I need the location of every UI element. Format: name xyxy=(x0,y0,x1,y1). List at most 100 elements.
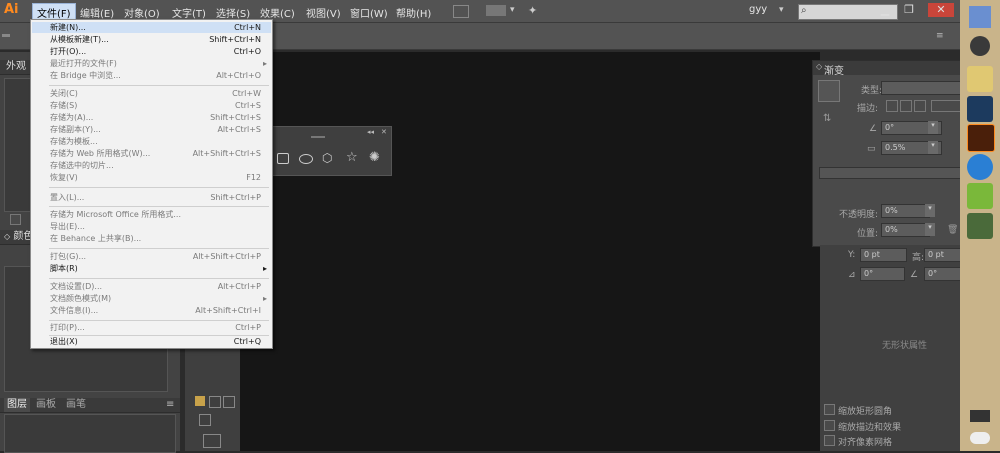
panel-expand-icon[interactable]: ◇ xyxy=(816,62,822,71)
location-dropdown-icon[interactable]: ▾ xyxy=(925,223,935,236)
rotate-field[interactable]: 0° xyxy=(860,267,905,281)
menu-save-office[interactable]: 存储为 Microsoft Office 所用格式... xyxy=(32,209,271,220)
menu-view[interactable]: 视图(V) xyxy=(302,4,345,21)
menu-package[interactable]: 打包(G)... Alt+Shift+Ctrl+P xyxy=(32,251,271,262)
delete-stop-icon[interactable]: 🗑 xyxy=(947,225,958,235)
align-pixel-grid-checkbox[interactable] xyxy=(824,435,835,446)
menu-recent-files[interactable]: 最近打开的文件(F) ▸ xyxy=(32,58,271,69)
menu-item-shortcut: Shift+Ctrl+N xyxy=(209,35,261,44)
close-flyout-icon[interactable]: ✕ xyxy=(381,128,387,136)
minimize-icon[interactable]: ▁ xyxy=(876,3,894,17)
start-icon[interactable] xyxy=(969,6,991,28)
file-explorer-icon[interactable] xyxy=(967,66,993,92)
bridge-icon[interactable] xyxy=(453,5,469,18)
gradient-swatch[interactable] xyxy=(818,80,840,102)
menu-share-behance[interactable]: 在 Behance 上共享(B)... xyxy=(32,233,271,244)
iqiyi-icon[interactable] xyxy=(967,183,993,209)
rounded-rectangle-tool-icon[interactable] xyxy=(277,153,289,164)
menu-save-as[interactable]: 存储为(A)... Shift+Ctrl+S xyxy=(32,112,271,123)
panel-menu-icon[interactable]: ≡ xyxy=(166,398,174,412)
opacity-dropdown-icon[interactable]: ▾ xyxy=(925,204,935,217)
submenu-arrow-icon: ▸ xyxy=(262,59,267,68)
menu-window[interactable]: 窗口(W) xyxy=(346,4,392,21)
menu-help[interactable]: 帮助(H) xyxy=(392,4,435,21)
menu-exit[interactable]: 退出(X) Ctrl+Q xyxy=(32,336,271,347)
workspace-icon[interactable]: ✦ xyxy=(528,4,537,17)
fill-color-icon[interactable] xyxy=(195,396,205,406)
stroke-color-icon[interactable] xyxy=(209,396,221,408)
no-shape-properties-text: 无形状属性 xyxy=(882,341,928,351)
menu-save-web[interactable]: 存储为 Web 所用格式(W)... Alt+Shift+Ctrl+S xyxy=(32,148,271,159)
user-chevron-icon[interactable]: ▾ xyxy=(779,5,784,15)
tab-artboards[interactable]: 画板 xyxy=(36,398,56,412)
menu-save-copy[interactable]: 存储副本(Y)... Alt+Ctrl+S xyxy=(32,124,271,135)
reverse-gradient-icon[interactable]: ⇅ xyxy=(823,113,831,124)
control-menu-icon[interactable]: ≡ xyxy=(936,31,944,41)
menu-browse-bridge[interactable]: 在 Bridge 中浏览... Alt+Ctrl+O xyxy=(32,70,271,81)
menu-close[interactable]: 关闭(C) Ctrl+W xyxy=(32,88,271,99)
draw-normal-icon[interactable] xyxy=(199,414,211,426)
flyout-grip[interactable] xyxy=(311,136,325,138)
menu-save-slices[interactable]: 存储选中的切片... xyxy=(32,160,271,171)
location-field[interactable]: 0% xyxy=(881,223,930,237)
illustrator-icon[interactable] xyxy=(967,124,995,152)
menu-item-shortcut: Alt+Shift+Ctrl+I xyxy=(195,306,261,315)
menu-document-color-mode[interactable]: 文档颜色模式(M) ▸ xyxy=(32,293,271,304)
opacity-field[interactable]: 0% xyxy=(881,204,930,218)
ratio-dropdown-icon[interactable]: ▾ xyxy=(928,141,938,154)
menu-new-from-template[interactable]: 从模板新建(T)... Shift+Ctrl+N xyxy=(32,34,271,45)
menu-save-template[interactable]: 存储为模板... xyxy=(32,136,271,147)
image-viewer-icon[interactable] xyxy=(967,213,993,239)
menu-new[interactable]: 新建(N)... Ctrl+N xyxy=(32,22,271,33)
user-name[interactable]: gyy xyxy=(749,4,767,15)
menu-item-label: 在 Behance 上共享(B)... xyxy=(50,234,142,243)
tab-layers[interactable]: 图层 xyxy=(4,398,30,412)
y-field[interactable]: 0 pt xyxy=(860,248,907,262)
close-icon[interactable]: ✕ xyxy=(928,3,954,17)
stroke-along-icon[interactable] xyxy=(900,100,912,112)
appearance-toggle-icon[interactable] xyxy=(10,214,21,225)
menu-revert[interactable]: 恢复(V) F12 xyxy=(32,172,271,183)
panel-expand-icon[interactable]: ◇ xyxy=(4,232,10,241)
menu-export[interactable]: 导出(E)... xyxy=(32,221,271,232)
chevron-icon[interactable] xyxy=(970,36,990,56)
type-select[interactable] xyxy=(881,81,966,95)
gradient-tab[interactable]: 渐变 xyxy=(824,62,844,77)
polygon-tool-icon[interactable]: ⬡ xyxy=(322,151,332,165)
photoshop-icon[interactable] xyxy=(967,96,993,122)
menu-save[interactable]: 存储(S) Ctrl+S xyxy=(32,100,271,111)
menu-scripts[interactable]: 脚本(R) ▸ xyxy=(32,263,271,274)
menu-item-label: 存储选中的切片... xyxy=(50,161,114,170)
screen-mode-icon[interactable] xyxy=(203,434,221,448)
tab-brushes[interactable]: 画笔 xyxy=(66,398,86,412)
menu-item-shortcut: Shift+Ctrl+P xyxy=(210,193,261,202)
flare-tool-icon[interactable]: ✺ xyxy=(369,150,380,165)
menu-file-info[interactable]: 文件信息(I)... Alt+Shift+Ctrl+I xyxy=(32,305,271,316)
collapse-icon[interactable] xyxy=(2,34,10,37)
scale-strokes-checkbox[interactable] xyxy=(824,420,835,431)
stroke-across-icon[interactable] xyxy=(914,100,926,112)
chevron-down-icon[interactable]: ▾ xyxy=(510,5,515,15)
none-color-icon[interactable] xyxy=(223,396,235,408)
sogou-icon[interactable] xyxy=(967,154,993,180)
angle-dropdown-icon[interactable]: ▾ xyxy=(928,121,938,134)
stroke-within-icon[interactable] xyxy=(886,100,898,112)
menu-document-setup[interactable]: 文档设置(D)... Alt+Ctrl+P xyxy=(32,281,271,292)
document-canvas[interactable] xyxy=(240,52,820,451)
menu-open[interactable]: 打开(O)... Ctrl+O xyxy=(32,46,271,57)
keyboard-icon[interactable] xyxy=(970,410,990,422)
collapse-flyout-icon[interactable]: ◂◂ xyxy=(367,128,374,136)
restore-icon[interactable]: ❐ xyxy=(900,3,918,17)
menu-item-label: 从模板新建(T)... xyxy=(50,35,109,44)
gradient-slider[interactable] xyxy=(819,167,966,179)
menu-item-label: 存储(S) xyxy=(50,101,78,110)
appearance-tab[interactable]: 外观 xyxy=(6,61,26,72)
menu-print[interactable]: 打印(P)... Ctrl+P xyxy=(32,322,271,333)
ellipse-tool-icon[interactable] xyxy=(299,154,313,164)
weather-icon[interactable] xyxy=(970,432,990,444)
menu-place[interactable]: 置入(L)... Shift+Ctrl+P xyxy=(32,192,271,203)
star-tool-icon[interactable]: ☆ xyxy=(346,150,358,165)
scale-corners-checkbox[interactable] xyxy=(824,404,835,415)
menu-item-label: 在 Bridge 中浏览... xyxy=(50,71,121,80)
arrange-documents-icon[interactable] xyxy=(486,5,506,16)
